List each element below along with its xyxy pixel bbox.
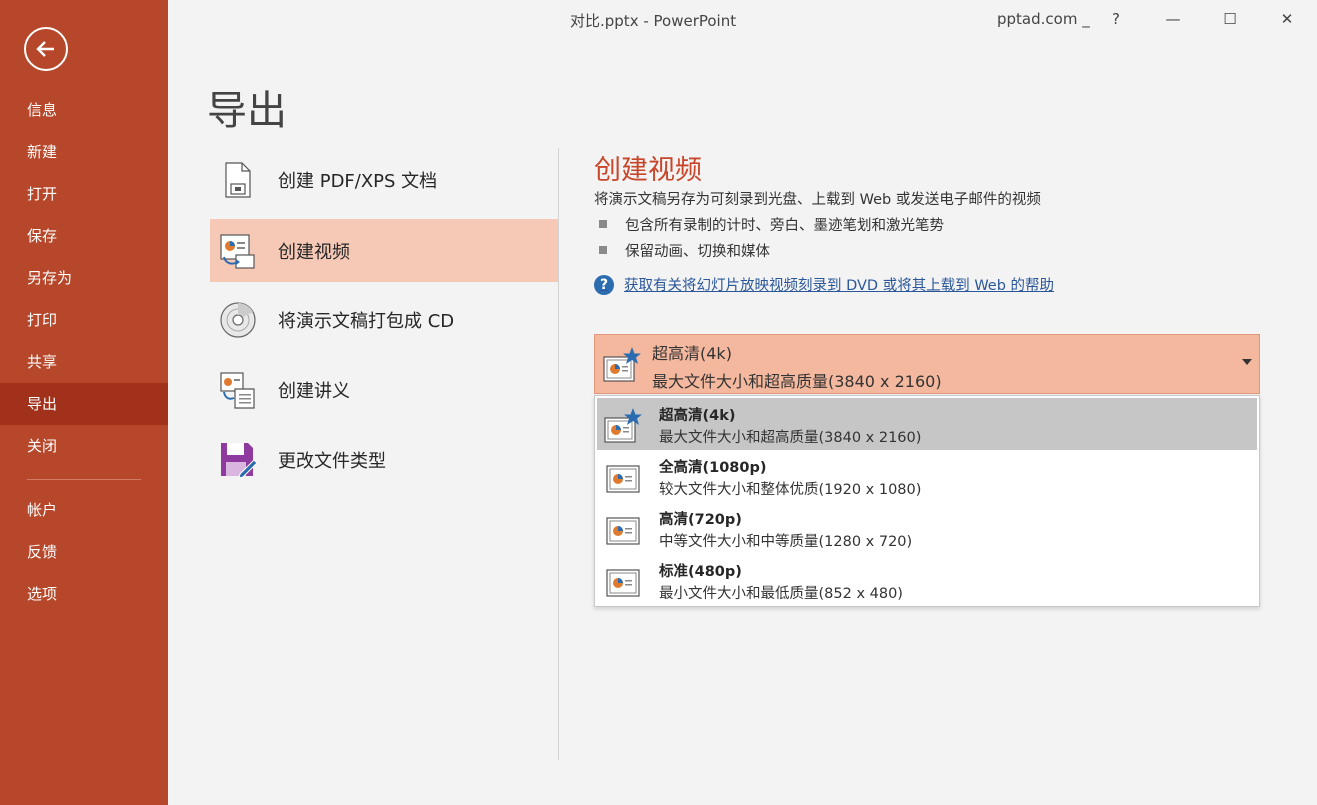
option-label: 创建讲义 (278, 380, 350, 402)
option-desc: 中等文件大小和中等质量(1280 x 720) (659, 534, 913, 550)
sidebar-item-print[interactable]: 打印 (0, 299, 168, 341)
option-name: 超高清(4k) (659, 408, 736, 424)
quality-dropdown[interactable]: 超高清(4k) 最大文件大小和超高质量(3840 x 2160) (594, 334, 1260, 394)
quality-option-720p[interactable]: 高清(720p) 中等文件大小和中等质量(1280 x 720) (597, 502, 1257, 554)
help-link-text[interactable]: 获取有关将幻灯片放映视频刻录到 DVD 或将其上载到 Web 的帮助 (624, 274, 1054, 295)
feature-bullet: 包含所有录制的计时、旁白、墨迹笔划和激光笔势 (599, 214, 944, 235)
bullet-text: 保留动画、切换和媒体 (625, 244, 770, 260)
sidebar-item-share[interactable]: 共享 (0, 341, 168, 383)
quality-option-4k[interactable]: 超高清(4k) 最大文件大小和超高质量(3840 x 2160) (597, 398, 1257, 450)
sidebar-item-feedback[interactable]: 反馈 (0, 531, 168, 573)
page-title: 导出 (207, 88, 287, 134)
fhd-video-icon (606, 465, 640, 493)
question-icon: ? (594, 274, 614, 295)
sidebar-item-new[interactable]: 新建 (0, 131, 168, 173)
section-description: 将演示文稿另存为可刻录到光盘、上载到 Web 或发送电子邮件的视频 (594, 192, 1041, 208)
quality-option-1080p[interactable]: 全高清(1080p) 较大文件大小和整体优质(1920 x 1080) (597, 450, 1257, 502)
sidebar-divider (27, 479, 141, 480)
sidebar-item-save-as[interactable]: 另存为 (0, 257, 168, 299)
option-desc: 较大文件大小和整体优质(1920 x 1080) (659, 482, 922, 498)
pane-divider (558, 148, 559, 760)
back-button[interactable] (24, 27, 68, 71)
option-desc: 最大文件大小和超高质量(3840 x 2160) (659, 430, 922, 446)
cd-icon (220, 302, 256, 338)
option-create-handouts[interactable]: 创建讲义 (210, 358, 558, 421)
close-icon[interactable]: ✕ (1269, 4, 1305, 34)
pdf-document-icon (225, 162, 251, 198)
handout-icon (220, 372, 255, 409)
maximize-icon[interactable]: ☐ (1212, 4, 1248, 34)
option-change-file-type[interactable]: 更改文件类型 (210, 428, 558, 491)
feature-bullet: 保留动画、切换和媒体 (599, 240, 770, 261)
option-label: 创建视频 (278, 241, 350, 263)
sidebar-item-options[interactable]: 选项 (0, 573, 168, 615)
window-title: 对比.pptx - PowerPoint (570, 12, 737, 30)
option-desc: 最小文件大小和最低质量(852 x 480) (659, 586, 903, 602)
sidebar-item-open[interactable]: 打开 (0, 173, 168, 215)
sidebar-item-export[interactable]: 导出 (0, 383, 168, 425)
quality-options-list: 超高清(4k) 最大文件大小和超高质量(3840 x 2160) 全高清(108… (594, 395, 1260, 607)
bullet-text: 包含所有录制的计时、旁白、墨迹笔划和激光笔势 (625, 218, 944, 234)
option-name: 全高清(1080p) (659, 460, 767, 476)
sidebar-item-account[interactable]: 帐户 (0, 489, 168, 531)
file-type-icon (221, 443, 258, 479)
sidebar-item-save[interactable]: 保存 (0, 215, 168, 257)
section-title: 创建视频 (594, 155, 702, 186)
back-arrow-icon (36, 41, 54, 57)
bullet-square-icon (599, 246, 607, 254)
help-icon[interactable]: ? (1098, 4, 1134, 34)
bullet-square-icon (599, 220, 607, 228)
option-package-cd[interactable]: 将演示文稿打包成 CD (210, 288, 558, 351)
help-link[interactable]: ? 获取有关将幻灯片放映视频刻录到 DVD 或将其上载到 Web 的帮助 (594, 274, 1054, 295)
dropdown-selected-desc: 最大文件大小和超高质量(3840 x 2160) (652, 372, 942, 391)
backstage-sidebar: 信息 新建 打开 保存 另存为 打印 共享 导出 关闭 帐户 反馈 选项 (0, 0, 168, 805)
minimize-icon[interactable]: — (1155, 4, 1191, 34)
option-name: 标准(480p) (659, 564, 742, 580)
dropdown-selected-name: 超高清(4k) (652, 344, 732, 363)
option-create-pdf[interactable]: 创建 PDF/XPS 文档 (210, 148, 558, 211)
sd-video-icon (606, 569, 640, 597)
quality-option-480p[interactable]: 标准(480p) 最小文件大小和最低质量(852 x 480) (597, 554, 1257, 606)
hd-video-icon (606, 517, 640, 545)
sidebar-item-info[interactable]: 信息 (0, 89, 168, 131)
option-create-video[interactable]: 创建视频 (210, 219, 558, 282)
chevron-down-icon[interactable] (1242, 359, 1252, 365)
option-label: 创建 PDF/XPS 文档 (278, 170, 438, 192)
sidebar-item-close[interactable]: 关闭 (0, 425, 168, 467)
option-name: 高清(720p) (659, 512, 742, 528)
option-label: 更改文件类型 (278, 450, 386, 472)
video-icon (220, 234, 255, 269)
uhd-video-icon (604, 408, 642, 443)
option-label: 将演示文稿打包成 CD (278, 310, 455, 332)
uhd-video-icon (603, 347, 641, 382)
account-name[interactable]: pptad.com _ (997, 10, 1090, 28)
